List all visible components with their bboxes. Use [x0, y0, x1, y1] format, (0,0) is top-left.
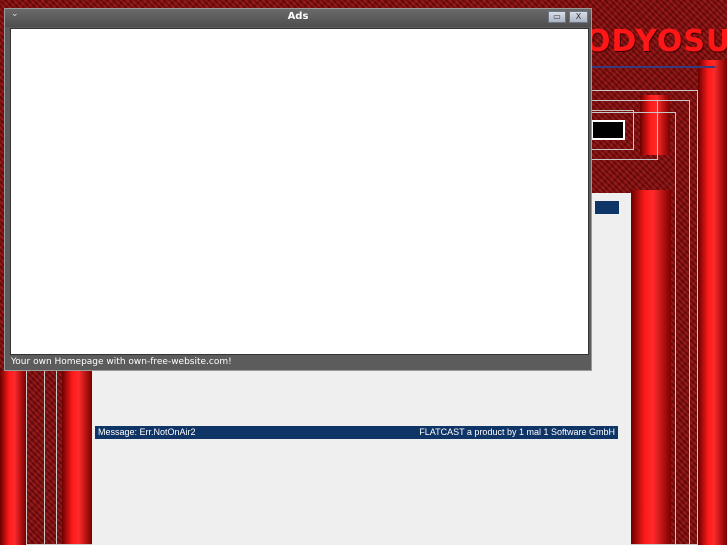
dialog-titlebar[interactable]: ⌄ Ads ▭ X — [5, 9, 591, 27]
player-status-bar: Message: Err.NotOnAir2 FLATCAST a produc… — [95, 426, 618, 439]
red-glow-right-outer — [698, 60, 727, 545]
credit-text: FLATCAST a product by 1 mal 1 Software G… — [419, 427, 615, 437]
close-button[interactable]: X — [569, 11, 588, 23]
red-glow-left — [0, 370, 26, 545]
brand-underline — [590, 66, 715, 68]
player-display-box — [591, 120, 625, 140]
status-message: Message: Err.NotOnAir2 — [98, 427, 196, 437]
ad-content-area[interactable] — [10, 28, 589, 355]
dialog-footer-link[interactable]: Your own Homepage with own-free-website.… — [11, 357, 232, 367]
minimize-button[interactable]: ▭ — [548, 11, 566, 23]
dialog-title: Ads — [287, 11, 309, 22]
ads-dialog: ⌄ Ads ▭ X Your own Homepage with own-fre… — [4, 8, 592, 371]
site-brand-title: ODYOSU — [585, 24, 727, 59]
player-top-bar — [595, 201, 619, 214]
